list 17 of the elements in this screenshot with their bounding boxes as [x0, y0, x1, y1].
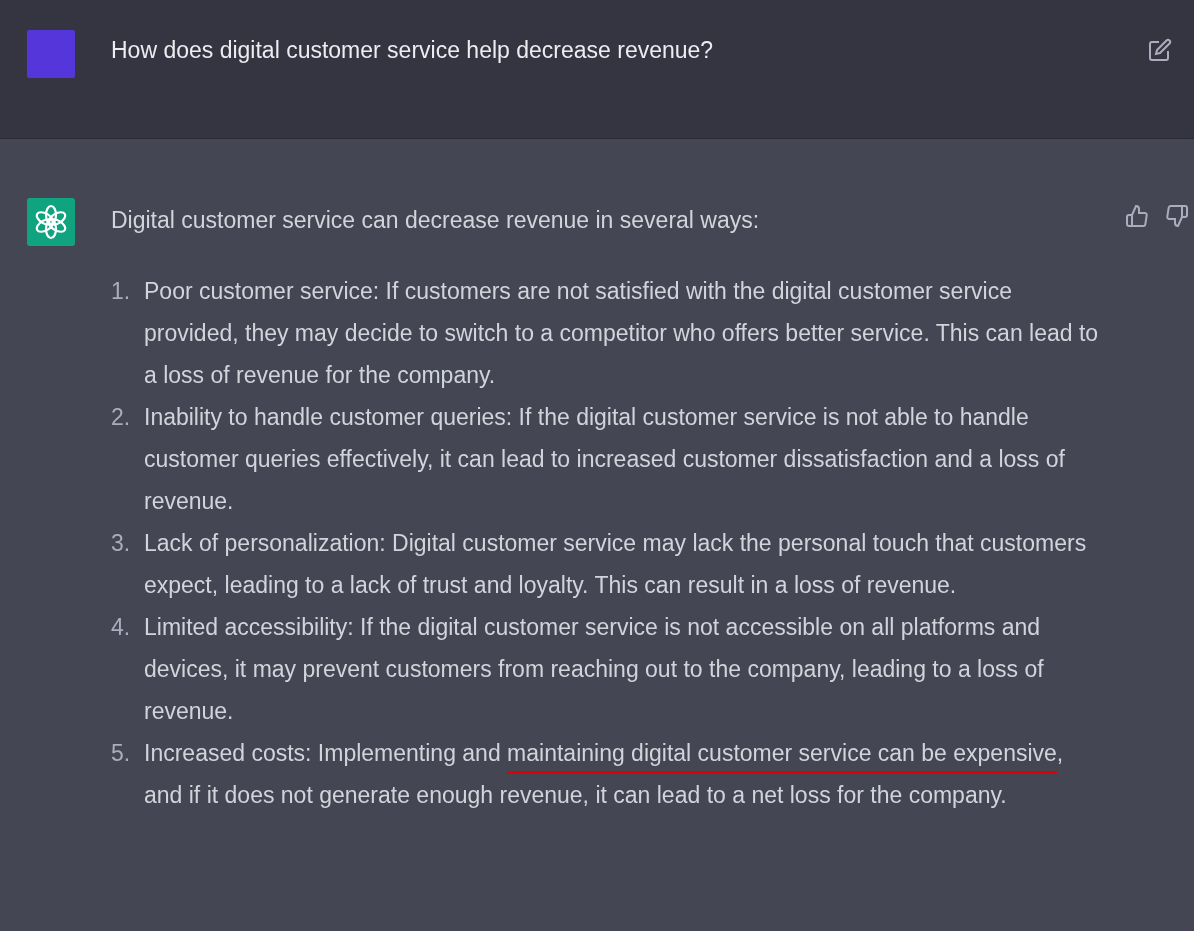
list-item-text: Lack of personalization: Digital customer service may lack the personal touch that customers expect, leading to a lack of trust and loyalty. This can result in a loss of revenue.	[144, 529, 1088, 600]
list-item-text: Limited accessibility: If the digital customer service is not accessible on all platforms and devices, it may prevent customers from reaching out to the company, leading to a loss of revenue.	[144, 613, 1045, 726]
thumbs-up-icon[interactable]	[1125, 204, 1149, 228]
list-number: 5.	[111, 739, 132, 768]
list-number: 4.	[111, 613, 132, 642]
answer-intro: Digital customer service can decrease revenue in several ways:	[111, 206, 761, 235]
user-message: How does digital customer service help decrease revenue?	[111, 36, 715, 65]
list-number: 2.	[111, 403, 132, 432]
edit-icon[interactable]	[1148, 38, 1172, 62]
list-number: 1.	[111, 277, 132, 306]
thumbs-down-icon[interactable]	[1165, 204, 1189, 228]
user-avatar	[27, 30, 75, 78]
list-number: 3.	[111, 529, 132, 558]
logo-icon	[27, 198, 75, 246]
list-item-text: Inability to handle customer queries: If the digital customer service is not able to handle customer queries effectively, it can lead to increased customer dissatisfaction and a loss of revenue.	[144, 403, 1066, 516]
list-item-text: Poor customer service: If customers are not satisfied with the digital customer service provided, they may decide to switch to a competitor who offers better service. This can lead to a loss of revenue for the company.	[144, 277, 1100, 390]
list-item-text: Increased costs: Implementing and maintaining digital customer service can be expensive, and if it does not generate enough revenue, it can lead to a net loss for the company.	[144, 739, 1065, 810]
